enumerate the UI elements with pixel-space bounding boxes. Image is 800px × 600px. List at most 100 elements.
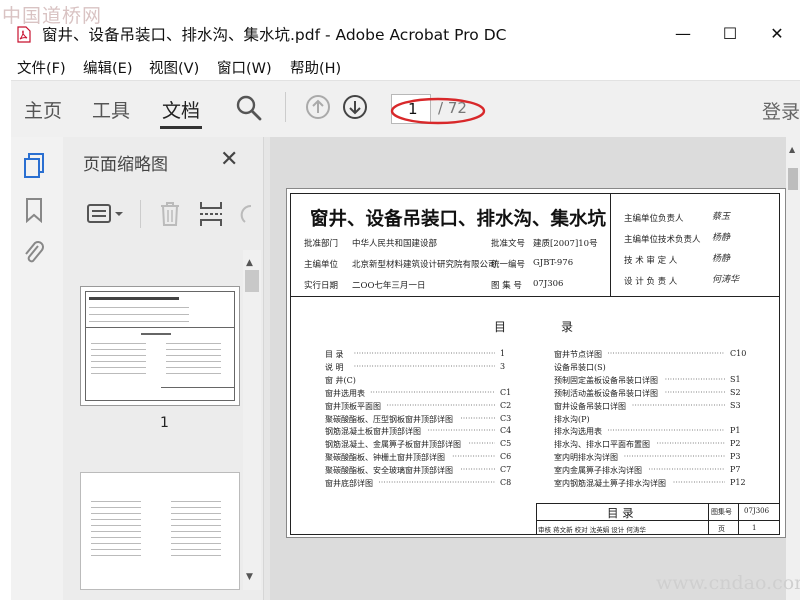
toc-entry-page: C4 — [500, 426, 512, 436]
toc-entry-page: C7 — [500, 465, 512, 475]
title-block-line — [536, 520, 780, 521]
rotate-page-icon[interactable] — [237, 202, 253, 226]
toc-entry-title: 说 明 — [325, 362, 344, 372]
menu-view[interactable]: 视图(V) — [149, 57, 199, 78]
thumbnail-options-icon[interactable] — [86, 202, 126, 226]
responsible-signature: 何涛华 — [712, 275, 740, 285]
page-thumbnail-1[interactable] — [80, 286, 240, 406]
header-key: 主编单位 — [304, 260, 339, 270]
header-key: 批准部门 — [304, 239, 339, 249]
menu-help[interactable]: 帮助(H) — [290, 57, 341, 78]
close-window-button[interactable]: ✕ — [757, 20, 797, 48]
responsible-signature: 杨静 — [712, 254, 731, 264]
tab-document[interactable]: 文档 — [162, 96, 200, 123]
toc-entry-page: P7 — [730, 465, 741, 475]
menu-window[interactable]: 窗口(W) — [217, 57, 272, 78]
toc-leader-dots: ········································… — [468, 439, 495, 449]
toc-entry-title: 窗井选用表 — [325, 388, 365, 398]
header-value: 二OO七年三月一日 — [352, 281, 426, 291]
page-thumbnails-icon[interactable] — [23, 152, 47, 180]
minimize-button[interactable]: — — [663, 20, 703, 48]
toc-entry-title: 聚碳酸酯板、安全玻璃窗井顶部详图 — [325, 466, 453, 476]
atlas-number-label: 图集号 — [711, 508, 732, 516]
toc-leader-dots: ········································… — [370, 387, 495, 397]
window-title: 窗井、设备吊装口、排水沟、集水坑.pdf - Adobe Acrobat Pro… — [42, 26, 507, 44]
bookmarks-icon[interactable] — [25, 197, 43, 223]
insert-page-icon[interactable] — [198, 200, 224, 228]
toc-entry-title: 排水沟选用表 — [554, 427, 602, 437]
page-thumbnail-2[interactable] — [80, 472, 240, 590]
toc-leader-dots: ········································… — [378, 478, 495, 487]
close-panel-button[interactable]: ✕ — [220, 147, 238, 172]
scrollbar-thumb[interactable] — [245, 270, 259, 292]
toc-entry-page: C10 — [730, 349, 747, 358]
search-icon[interactable] — [235, 94, 263, 122]
login-button[interactable]: 登录 — [762, 97, 800, 124]
attachments-icon[interactable] — [22, 240, 46, 268]
toc-leader-dots: ········································… — [607, 349, 725, 358]
header-divider — [610, 193, 611, 297]
toolbar-divider — [285, 92, 286, 122]
toc-entry-page: 3 — [500, 361, 506, 371]
toc-entry-title: 室内明排水沟详图 — [554, 453, 618, 463]
toc-entry-page: P1 — [730, 426, 741, 436]
title-block-line — [708, 503, 709, 535]
menu-edit[interactable]: 编辑(E) — [83, 57, 132, 78]
toc-entry-page: P2 — [730, 439, 741, 449]
toc-entry-title: 目 录 — [325, 350, 344, 359]
toc-leader-dots: ········································… — [631, 400, 725, 410]
toc-leader-dots: ········································… — [672, 478, 725, 487]
watermark-text: www.cndao.com — [656, 572, 800, 594]
toc-entry-title: 窗井顶板平面图 — [325, 401, 381, 411]
toc-entry-page: P3 — [730, 452, 741, 462]
thumbnail-label: 1 — [160, 415, 169, 431]
responsible-label: 主编单位负责人 — [624, 214, 684, 224]
toc-leader-dots: ········································… — [386, 400, 495, 410]
toc-entry-page: C5 — [500, 439, 512, 449]
document-scrollbar[interactable] — [786, 137, 800, 600]
page-value: 1 — [752, 524, 757, 532]
thumbnail-scrollbar[interactable] — [243, 250, 261, 590]
active-tab-indicator — [160, 126, 202, 129]
toc-entry-title: 室内钢筋混凝土箅子排水沟详图 — [554, 479, 666, 488]
toc-leader-dots: ········································… — [623, 452, 725, 462]
title-block-line — [738, 503, 739, 535]
toc-leader-dots: ········································… — [607, 426, 725, 436]
toc-entry-page: S3 — [730, 400, 741, 410]
toc-leader-dots: ········································… — [452, 452, 495, 462]
maximize-button[interactable]: ☐ — [710, 20, 750, 48]
toc-entry-page: C8 — [500, 478, 512, 487]
toc-entry-page: 1 — [500, 349, 506, 358]
toc-entry-title: 聚碳酸酯板、钟栅土窗井顶部详图 — [325, 453, 445, 463]
approval-roles: 审核 蒋文新 校对 沈英娟 设计 何涛华 — [538, 526, 646, 534]
responsible-label: 技 术 审 定 人 — [624, 256, 678, 266]
next-page-icon[interactable] — [342, 94, 368, 120]
header-bottom-line — [290, 296, 780, 297]
responsible-label: 设 计 负 责 人 — [624, 277, 678, 287]
toc-entry-title: 聚碳酸酯板、压型钢板窗井顶部详图 — [325, 414, 453, 424]
doc-scrollbar-thumb[interactable] — [788, 168, 798, 190]
atlas-number-value: 07J306 — [744, 507, 770, 515]
pdf-file-icon — [17, 26, 31, 43]
tab-home[interactable]: 主页 — [24, 96, 62, 123]
toc-leader-dots: ········································… — [664, 387, 725, 397]
toc-entry-title: 窗井底部详图 — [325, 479, 373, 488]
toc-entry-title: 窗 井(C) — [325, 375, 356, 385]
toc-entry-page: C6 — [500, 452, 512, 462]
doc-scroll-up-icon[interactable]: ▲ — [789, 145, 795, 154]
responsible-label: 主编单位技术负责人 — [624, 235, 701, 245]
header-key: 图 集 号 — [491, 281, 522, 291]
header-value: 07J306 — [533, 279, 564, 289]
header-key: 统一编号 — [491, 260, 526, 270]
previous-page-icon[interactable] — [305, 94, 331, 120]
toc-entry-title: 窗井设备吊装口详图 — [554, 401, 626, 411]
panel-divider — [140, 200, 141, 228]
toc-entry-title: 设备吊装口(S) — [554, 362, 606, 372]
tab-tools[interactable]: 工具 — [92, 96, 130, 123]
trash-icon[interactable] — [158, 200, 182, 228]
header-value: 中华人民共和国建设部 — [352, 239, 438, 249]
toc-entry-page: P12 — [730, 478, 746, 487]
menu-file[interactable]: 文件(F) — [17, 57, 66, 78]
scroll-down-arrow-icon[interactable]: ▼ — [246, 572, 253, 582]
scroll-up-arrow-icon[interactable]: ▲ — [246, 258, 253, 268]
